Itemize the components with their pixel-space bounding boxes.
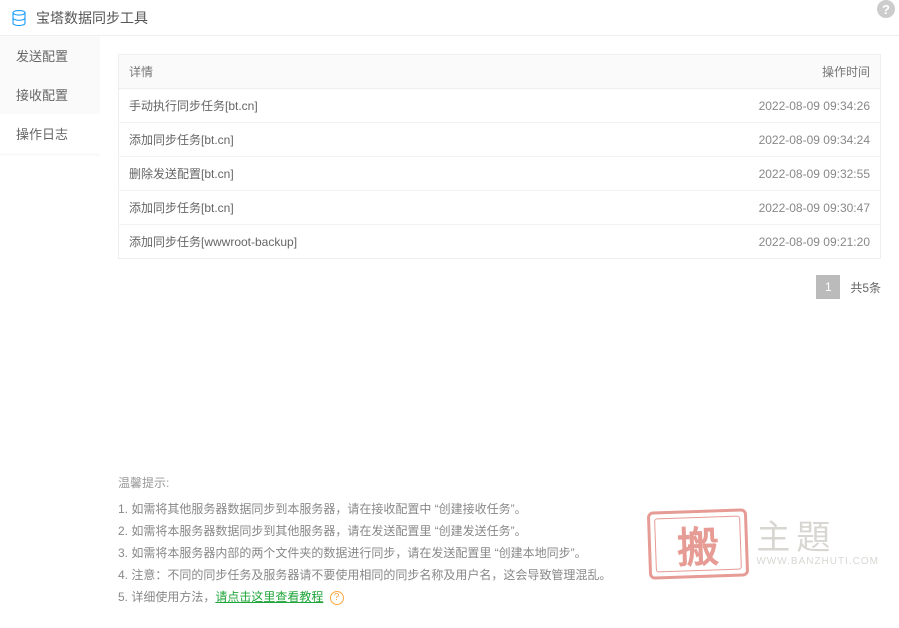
- cell-time: 2022-08-09 09:30:47: [567, 191, 881, 225]
- cell-detail: 添加同步任务[wwwroot-backup]: [119, 225, 567, 259]
- cell-time: 2022-08-09 09:21:20: [567, 225, 881, 259]
- table-row: 添加同步任务[bt.cn] 2022-08-09 09:30:47: [119, 191, 881, 225]
- table-row: 删除发送配置[bt.cn] 2022-08-09 09:32:55: [119, 157, 881, 191]
- sidebar-item-receive[interactable]: 接收配置: [0, 75, 100, 114]
- question-icon: ?: [330, 591, 344, 605]
- cell-detail: 删除发送配置[bt.cn]: [119, 157, 567, 191]
- cell-detail: 添加同步任务[bt.cn]: [119, 123, 567, 157]
- hints-title: 温馨提示:: [118, 472, 881, 494]
- sidebar-item-log[interactable]: 操作日志: [0, 114, 100, 153]
- hint-item: 3. 如需将本服务器内部的两个文件夹的数据进行同步，请在发送配置里 “创建本地同…: [118, 542, 881, 564]
- tutorial-link[interactable]: 请点击这里查看教程: [215, 590, 323, 604]
- table-row: 添加同步任务[bt.cn] 2022-08-09 09:34:24: [119, 123, 881, 157]
- hints: 温馨提示: 1. 如需将其他服务器数据同步到本服务器，请在接收配置中 “创建接收…: [118, 472, 881, 608]
- sidebar: 发送配置 接收配置 操作日志: [0, 36, 100, 156]
- col-header-detail: 详情: [119, 55, 567, 89]
- database-icon: [10, 9, 28, 27]
- page-title: 宝塔数据同步工具: [36, 8, 148, 28]
- page-number[interactable]: 1: [816, 275, 840, 299]
- cell-detail: 添加同步任务[bt.cn]: [119, 191, 567, 225]
- table-row: 添加同步任务[wwwroot-backup] 2022-08-09 09:21:…: [119, 225, 881, 259]
- pagination: 1 共5条: [118, 275, 881, 299]
- cell-time: 2022-08-09 09:34:26: [567, 89, 881, 123]
- cell-time: 2022-08-09 09:32:55: [567, 157, 881, 191]
- log-table: 详情 操作时间 手动执行同步任务[bt.cn] 2022-08-09 09:34…: [118, 54, 881, 259]
- sidebar-item-send[interactable]: 发送配置: [0, 36, 100, 75]
- cell-detail: 手动执行同步任务[bt.cn]: [119, 89, 567, 123]
- col-header-time: 操作时间: [567, 55, 881, 89]
- header: 宝塔数据同步工具 ?: [0, 0, 899, 36]
- hint-item: 5. 详细使用方法，请点击这里查看教程 ?: [118, 586, 881, 608]
- main-content: 详情 操作时间 手动执行同步任务[bt.cn] 2022-08-09 09:34…: [100, 36, 899, 628]
- help-icon[interactable]: ?: [877, 0, 895, 18]
- cell-time: 2022-08-09 09:34:24: [567, 123, 881, 157]
- hint-item: 4. 注意：不同的同步任务及服务器请不要使用相同的同步名称及用户名，这会导致管理…: [118, 564, 881, 586]
- hint-link-prefix: 5. 详细使用方法，: [118, 590, 215, 604]
- page-total: 共5条: [850, 279, 881, 296]
- hint-item: 2. 如需将本服务器数据同步到其他服务器，请在发送配置里 “创建发送任务”。: [118, 520, 881, 542]
- table-row: 手动执行同步任务[bt.cn] 2022-08-09 09:34:26: [119, 89, 881, 123]
- hint-item: 1. 如需将其他服务器数据同步到本服务器，请在接收配置中 “创建接收任务”。: [118, 498, 881, 520]
